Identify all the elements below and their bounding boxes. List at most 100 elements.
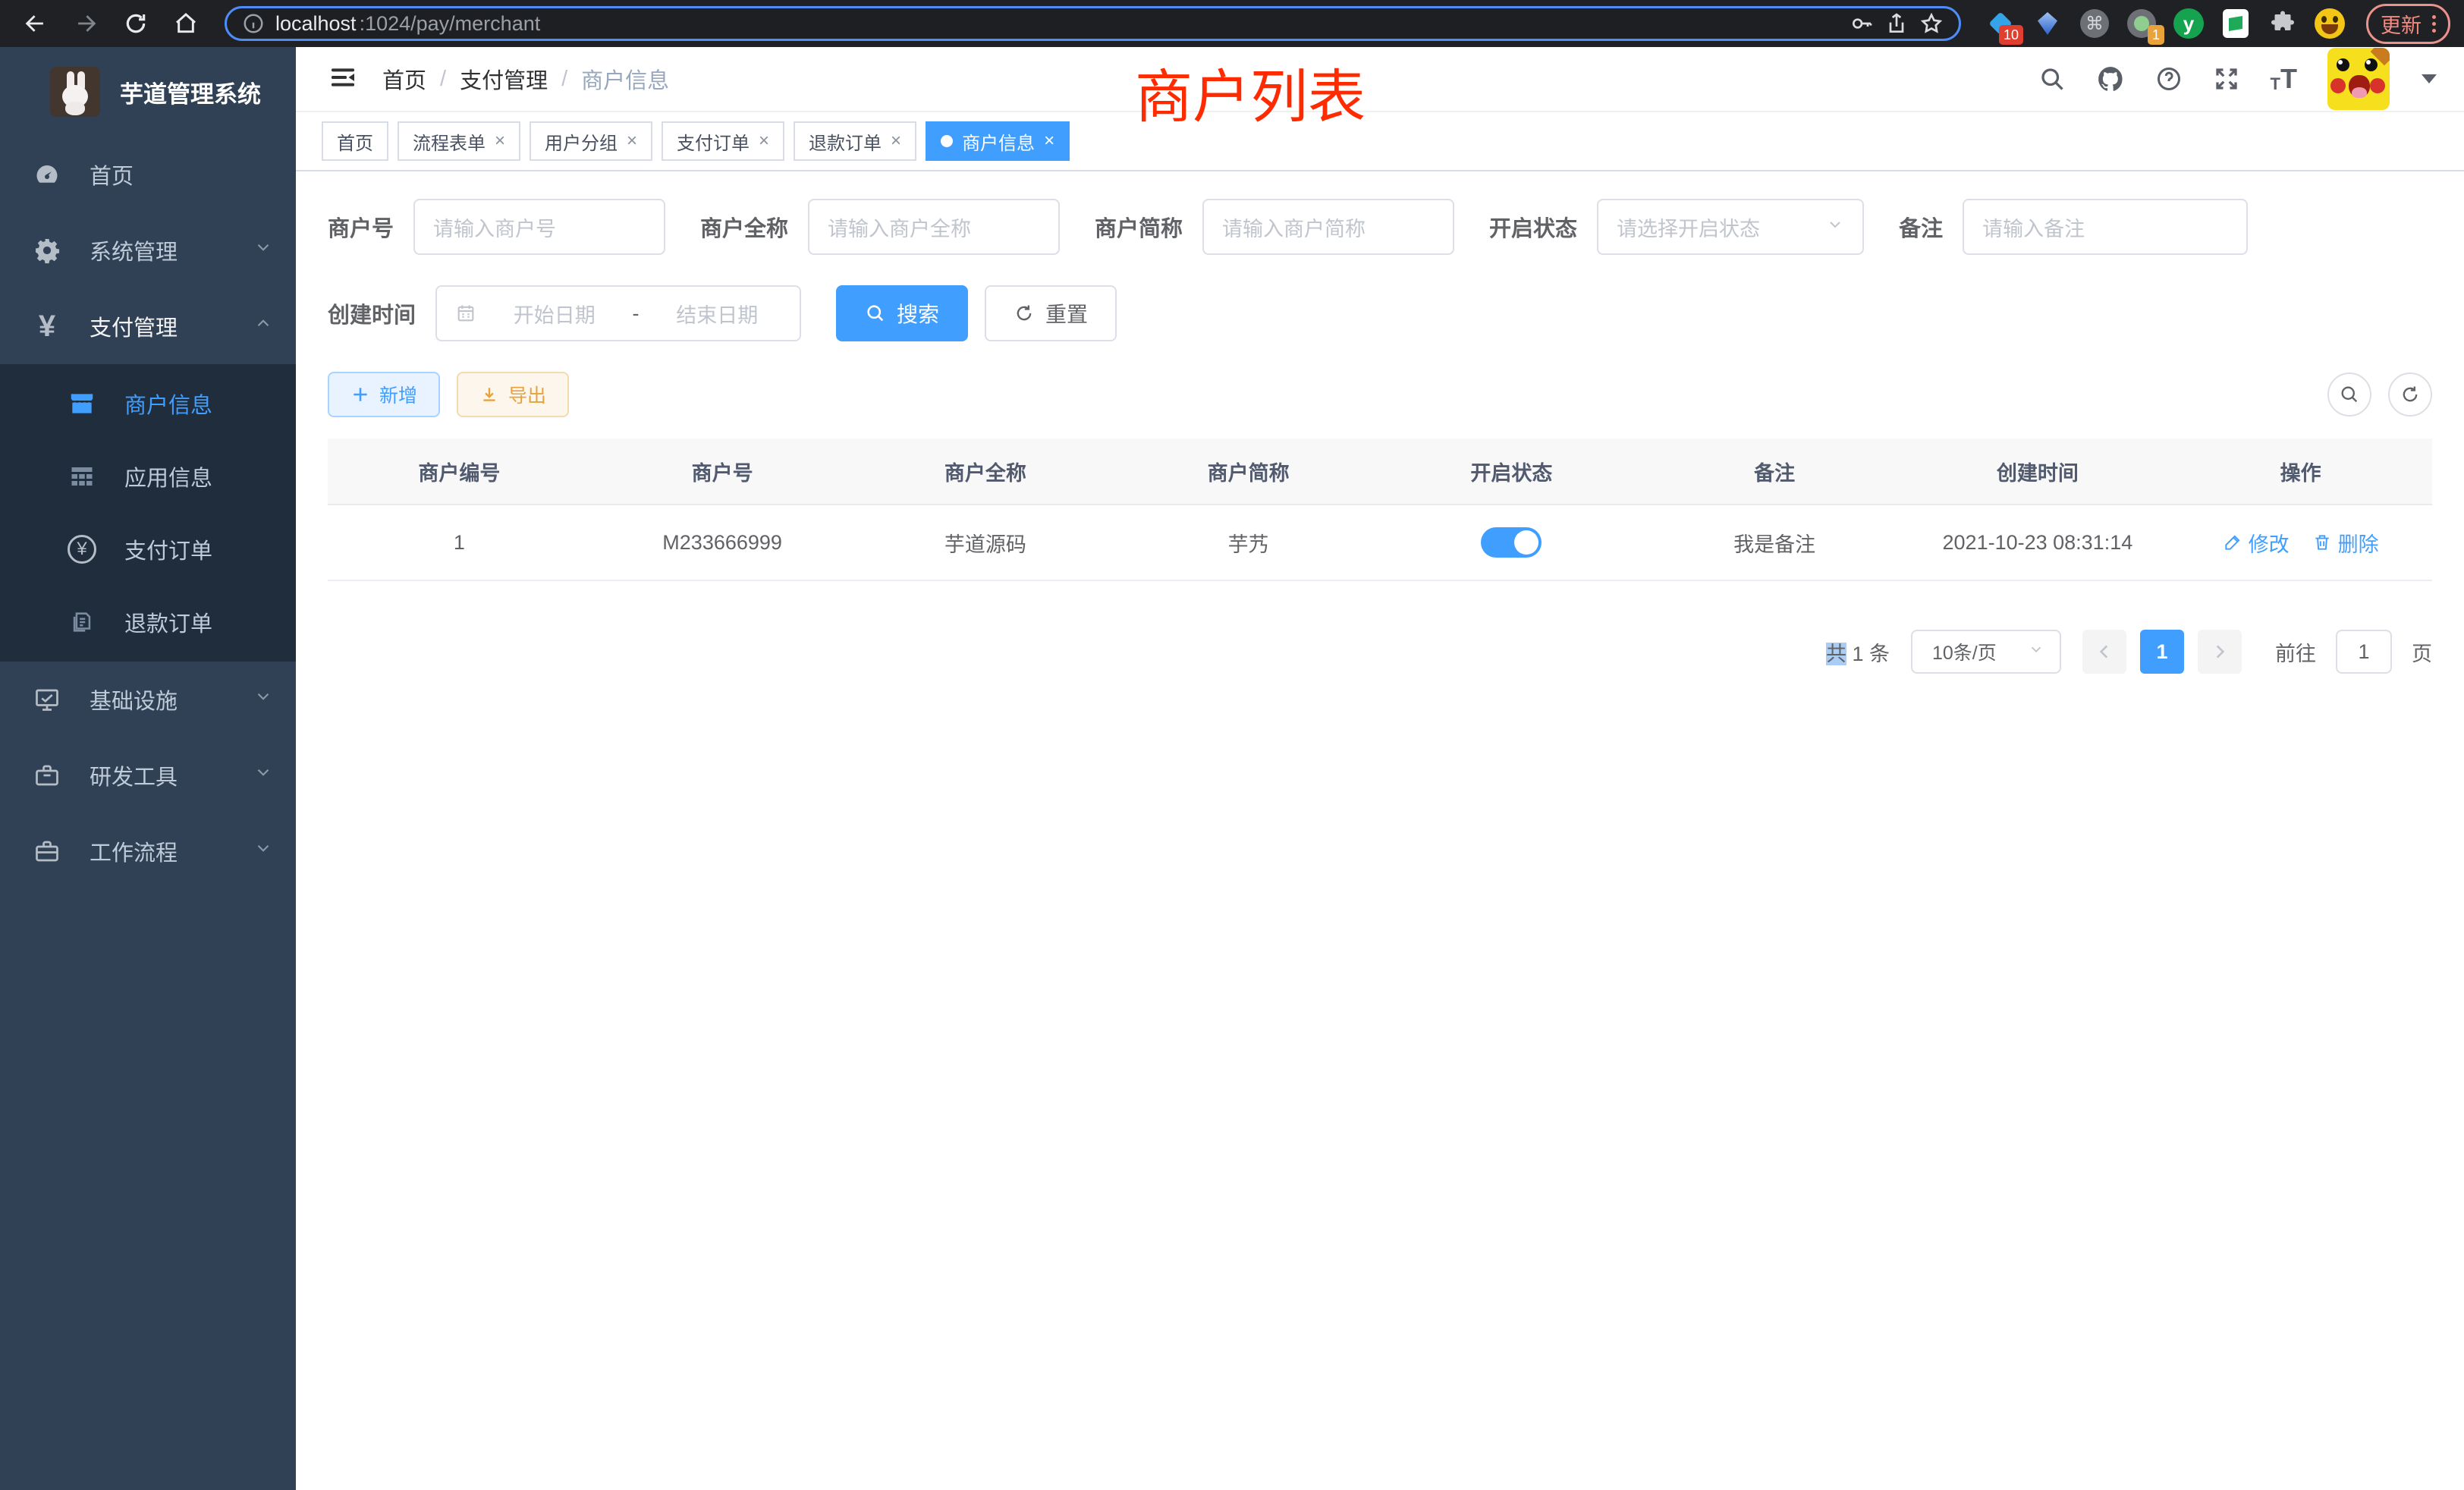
extension-badge-1: 1: [2148, 25, 2164, 45]
header-search-icon[interactable]: [2038, 65, 2066, 93]
extension-circle-icon[interactable]: 1: [2126, 8, 2157, 39]
extension-y-icon[interactable]: y: [2173, 8, 2204, 39]
url-bar[interactable]: localhost:1024/pay/merchant: [225, 6, 1961, 41]
sidebar-item-devtools[interactable]: 研发工具: [0, 737, 296, 813]
github-icon[interactable]: [2096, 64, 2125, 93]
sidebar-toggle-icon[interactable]: [314, 62, 372, 96]
close-icon[interactable]: ×: [627, 130, 637, 152]
share-icon[interactable]: [1884, 11, 1909, 36]
url-host: localhost: [275, 12, 357, 36]
sidebar-item-merchant-info[interactable]: 商户信息: [0, 367, 296, 440]
active-dot: [941, 135, 953, 147]
pager-total: 共 1 条: [1826, 637, 1890, 667]
sidebar-item-home[interactable]: 首页: [0, 137, 296, 212]
field-label-short-name: 商户简称: [1095, 211, 1183, 243]
close-icon[interactable]: ×: [1044, 130, 1054, 152]
browser-back-icon[interactable]: [14, 5, 58, 42]
tab-user-group[interactable]: 用户分组×: [530, 121, 652, 161]
tab-home[interactable]: 首页: [322, 121, 388, 161]
browser-update-button[interactable]: 更新: [2366, 4, 2450, 44]
avatar-caret-icon[interactable]: [2422, 74, 2437, 83]
yen-circle-icon: ¥: [67, 535, 97, 564]
browser-forward-icon[interactable]: [64, 5, 108, 42]
toggle-search-button[interactable]: [2327, 372, 2371, 417]
browser-home-icon[interactable]: [164, 5, 208, 42]
extension-badge: 10: [1999, 25, 2023, 45]
sidebar-item-workflow[interactable]: 工作流程: [0, 813, 296, 889]
export-button[interactable]: 导出: [457, 372, 569, 417]
chevron-down-icon: [253, 237, 273, 263]
extension-smiley-icon[interactable]: [2315, 8, 2345, 39]
edit-link[interactable]: 修改: [2223, 528, 2290, 558]
breadcrumb-home[interactable]: 首页: [382, 63, 426, 95]
col-short-name: 商户简称: [1117, 439, 1380, 504]
sidebar-submenu-payment: 商户信息 应用信息 ¥ 支付订单: [0, 364, 296, 662]
app-logo-rabbit: [50, 67, 100, 117]
plus-icon: [350, 385, 370, 404]
password-key-icon[interactable]: [1850, 11, 1874, 36]
info-icon[interactable]: [242, 12, 265, 35]
bookmark-star-icon[interactable]: [1919, 11, 1944, 36]
sidebar-item-payment[interactable]: ¥ 支付管理: [0, 288, 296, 364]
chevron-down-icon: [253, 687, 273, 712]
col-status: 开启状态: [1380, 439, 1643, 504]
page-size-select[interactable]: 10条/页: [1911, 630, 2061, 674]
extension-command-icon[interactable]: ⌘: [2079, 8, 2110, 39]
help-icon[interactable]: [2155, 65, 2183, 93]
extension-flag-icon[interactable]: [2220, 8, 2251, 39]
app-logo-row[interactable]: 芋道管理系统: [0, 47, 296, 137]
reset-button[interactable]: 重置: [985, 285, 1117, 341]
tab-merchant-info[interactable]: 商户信息×: [926, 121, 1070, 161]
delete-link[interactable]: 删除: [2312, 528, 2379, 558]
close-icon[interactable]: ×: [495, 130, 505, 152]
search-icon: [2339, 384, 2360, 405]
sidebar-item-infra[interactable]: 基础设施: [0, 662, 296, 737]
prev-page-button[interactable]: [2082, 630, 2126, 674]
search-icon: [865, 303, 886, 324]
yen-icon: ¥: [32, 311, 62, 341]
col-remark: 备注: [1643, 439, 1906, 504]
fullscreen-icon[interactable]: [2213, 65, 2240, 93]
status-select[interactable]: 请选择开启状态: [1597, 199, 1864, 255]
sidebar-item-system[interactable]: 系统管理: [0, 212, 296, 288]
breadcrumb-payment[interactable]: 支付管理: [460, 63, 548, 95]
breadcrumb-current: 商户信息: [581, 63, 669, 95]
remark-input[interactable]: 请输入备注: [1963, 199, 2248, 255]
user-avatar[interactable]: [2327, 48, 2390, 110]
add-button[interactable]: 新增: [328, 372, 440, 417]
search-button[interactable]: 搜索: [836, 285, 968, 341]
extension-pin-icon[interactable]: [2032, 8, 2063, 39]
browser-menu-icon[interactable]: [2432, 15, 2436, 33]
date-end-placeholder: 结束日期: [653, 299, 782, 328]
chevron-left-icon: [2095, 642, 2114, 662]
tab-process-form[interactable]: 流程表单×: [398, 121, 520, 161]
page-content: 商户号 请输入商户号 商户全称 请输入商户全称 商户简称 请输入商户简称 开启状…: [296, 171, 2464, 1490]
url-path: :1024/pay/merchant: [360, 12, 541, 36]
status-toggle[interactable]: [1481, 527, 1542, 558]
col-create-time: 创建时间: [1906, 439, 2170, 504]
merchant-no-input[interactable]: 请输入商户号: [413, 199, 665, 255]
close-icon[interactable]: ×: [891, 130, 901, 152]
page-number-button[interactable]: 1: [2140, 630, 2184, 674]
extension-diamond-icon[interactable]: 10: [1985, 8, 2016, 39]
font-size-icon[interactable]: TT: [2271, 65, 2297, 93]
full-name-input[interactable]: 请输入商户全称: [808, 199, 1060, 255]
sidebar-item-label: 工作流程: [90, 835, 226, 867]
cell-status: [1380, 505, 1643, 580]
sidebar-item-pay-order[interactable]: ¥ 支付订单: [0, 513, 296, 586]
extensions-puzzle-icon[interactable]: [2268, 8, 2298, 39]
tab-pay-order[interactable]: 支付订单×: [662, 121, 784, 161]
next-page-button[interactable]: [2198, 630, 2242, 674]
cell-short-name: 芋艿: [1117, 505, 1380, 580]
briefcase-icon: [32, 838, 62, 865]
browser-reload-icon[interactable]: [114, 5, 158, 42]
date-range-picker[interactable]: 开始日期 - 结束日期: [435, 285, 801, 341]
tab-refund-order[interactable]: 退款订单×: [794, 121, 916, 161]
refresh-table-button[interactable]: [2388, 372, 2432, 417]
close-icon[interactable]: ×: [759, 130, 769, 152]
sidebar-item-app-info[interactable]: 应用信息: [0, 440, 296, 513]
cell-merchant-id: 1: [328, 505, 591, 580]
goto-page-input[interactable]: 1: [2336, 630, 2392, 674]
sidebar-item-refund-order[interactable]: 退款订单: [0, 586, 296, 659]
short-name-input[interactable]: 请输入商户简称: [1202, 199, 1454, 255]
